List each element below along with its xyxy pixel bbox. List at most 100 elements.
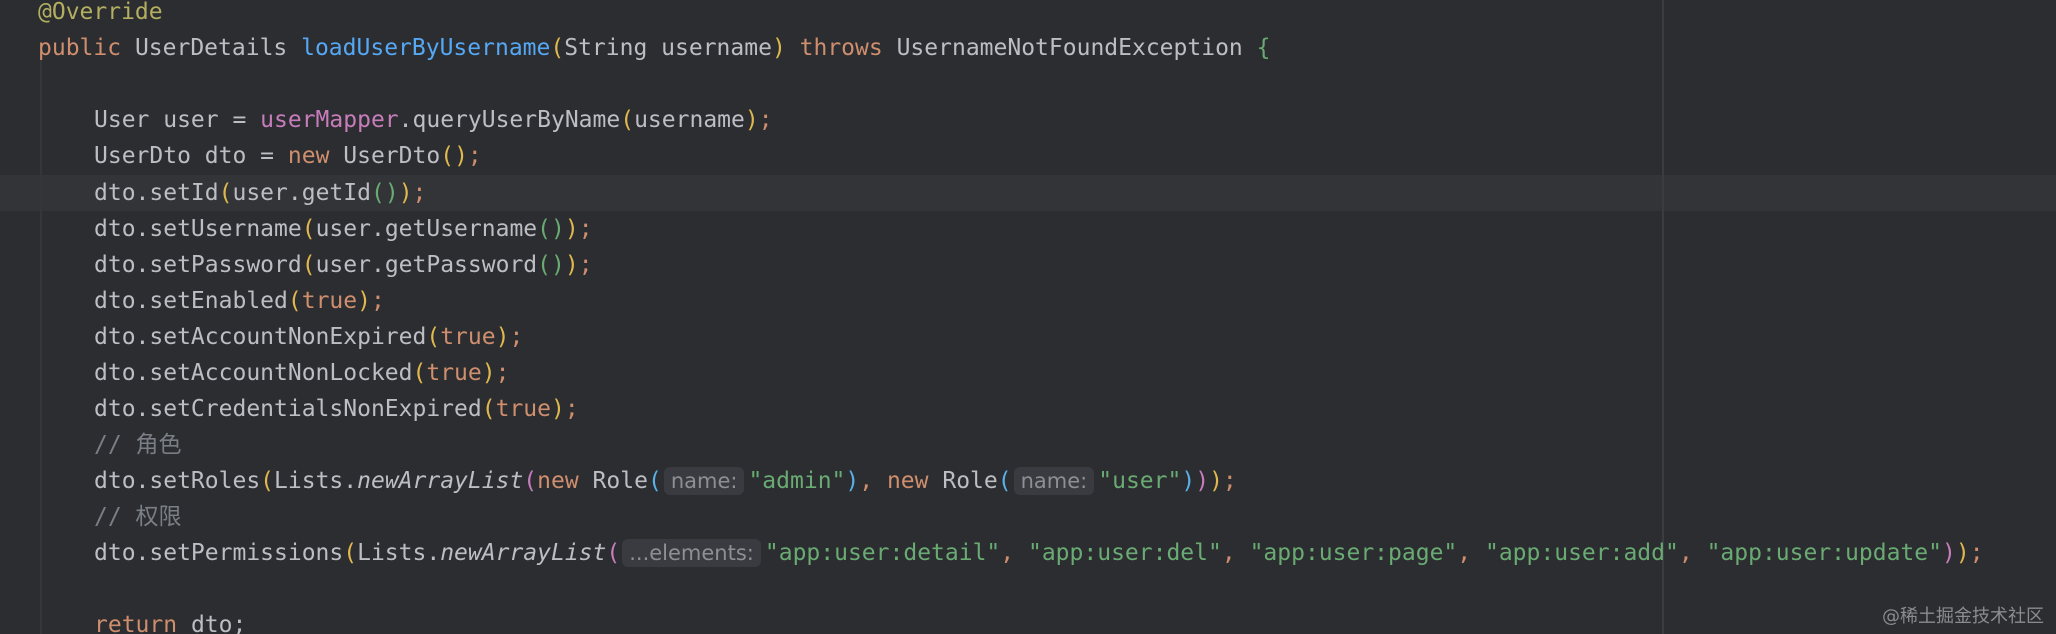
string-literal: "user" xyxy=(1098,468,1182,494)
code-line-return[interactable]: return dto; xyxy=(94,607,246,634)
open-brace: { xyxy=(1256,35,1271,61)
string-literal: "app:user:del" xyxy=(1027,540,1222,566)
code-token: UserDto xyxy=(329,143,441,169)
paren: ) xyxy=(564,216,579,242)
code-line-annotation[interactable]: @Override xyxy=(38,0,163,30)
paren: ( xyxy=(287,288,302,314)
code-line-set-account-non-expired[interactable]: dto.setAccountNonExpired(true); xyxy=(94,319,523,355)
code-token: user.getPassword xyxy=(315,252,538,278)
paren: ( xyxy=(537,216,551,242)
code-line-set-permissions[interactable]: dto.setPermissions(Lists.newArrayList(..… xyxy=(94,535,1984,571)
paren: ( xyxy=(412,360,427,386)
semicolon: ; xyxy=(578,252,593,278)
comma: , xyxy=(1000,540,1028,566)
code-token: Lists. xyxy=(357,540,441,566)
semicolon: ; xyxy=(1222,468,1237,494)
comma: , xyxy=(859,468,887,494)
code-token: dto.setEnabled xyxy=(94,288,288,314)
paren: ( xyxy=(440,143,455,169)
code-line-set-username[interactable]: dto.setUsername(user.getUsername()); xyxy=(94,211,593,247)
throws-keyword: throws xyxy=(785,35,897,61)
watermark: @稀土掘金技术社区 xyxy=(1882,606,2044,627)
code-line-query-user[interactable]: User user = userMapper.queryUserByName(u… xyxy=(94,102,773,138)
new-keyword: new xyxy=(537,468,579,494)
string-literal: "app:user:update" xyxy=(1706,540,1942,566)
code-token: dto.setPassword xyxy=(94,252,302,278)
string-literal: "admin" xyxy=(748,468,846,494)
code-line-comment-permissions[interactable]: // 权限 xyxy=(94,499,182,535)
string-literal: "app:user:page" xyxy=(1249,540,1458,566)
code-token: username xyxy=(634,107,745,133)
code-line-comment-roles[interactable]: // 角色 xyxy=(94,427,182,463)
code-line-new-dto[interactable]: UserDto dto = new UserDto(); xyxy=(94,138,482,174)
paren: ) xyxy=(744,107,759,133)
parameter-hint: name: xyxy=(663,467,745,495)
parameter-hint: ...elements: xyxy=(622,539,761,567)
code-line-set-enabled[interactable]: dto.setEnabled(true); xyxy=(94,283,385,319)
new-keyword: new xyxy=(886,468,929,494)
code-line-set-password[interactable]: dto.setPassword(user.getPassword()); xyxy=(94,247,593,283)
method-name: loadUserByUsername xyxy=(301,35,551,61)
code-token: dto.setPermissions xyxy=(94,540,344,566)
code-token: dto.setCredentialsNonExpired xyxy=(94,396,482,422)
user-mapper-field: userMapper xyxy=(260,107,399,133)
code-line-set-id[interactable]: dto.setId(user.getId()); xyxy=(94,175,426,211)
code-line-method-signature[interactable]: public UserDetails loadUserByUsername(St… xyxy=(38,30,1270,66)
comma: , xyxy=(1457,540,1485,566)
code-token: .queryUserByName xyxy=(398,107,621,133)
paren: ( xyxy=(260,468,275,494)
true-literal: true xyxy=(440,324,496,350)
true-literal: true xyxy=(301,288,358,314)
return-type: UserDetails xyxy=(121,35,302,61)
paren: ( xyxy=(301,216,316,242)
paren: ( xyxy=(523,468,538,494)
code-token: UserDto dto = xyxy=(94,143,288,169)
static-method-call: newArrayList xyxy=(357,468,524,494)
paren: ( xyxy=(606,540,621,566)
static-method-call: newArrayList xyxy=(440,540,607,566)
paren: ) xyxy=(1181,468,1196,494)
string-literal: "app:user:detail" xyxy=(764,540,1001,566)
semicolon: ; xyxy=(370,288,385,314)
public-keyword: public xyxy=(38,35,122,61)
code-token: dto; xyxy=(177,612,247,634)
parameter-hint: name: xyxy=(1013,467,1095,495)
paren: ( xyxy=(481,396,496,422)
paren: ( xyxy=(301,252,316,278)
paren: ) xyxy=(357,288,371,314)
code-line-set-credentials-non-expired[interactable]: dto.setCredentialsNonExpired(true); xyxy=(94,391,579,427)
string-literal: "app:user:add" xyxy=(1484,540,1679,566)
paren: ) xyxy=(551,252,565,278)
true-literal: true xyxy=(495,396,551,422)
semicolon: ; xyxy=(578,216,593,242)
code-token: dto.setAccountNonLocked xyxy=(94,360,413,386)
paren: ( xyxy=(370,180,385,206)
new-keyword: new xyxy=(287,143,330,169)
code-token: user.getId xyxy=(232,180,371,206)
paren: ) xyxy=(550,396,565,422)
paren: ( xyxy=(647,468,662,494)
code-line-set-roles[interactable]: dto.setRoles(Lists.newArrayList(new Role… xyxy=(94,463,1237,499)
code-token: Lists. xyxy=(274,468,358,494)
code-token: dto.setId xyxy=(94,180,219,206)
roles-comment: // 角色 xyxy=(94,432,182,458)
paren: ) xyxy=(384,180,399,206)
comma: , xyxy=(1678,540,1707,566)
code-editor[interactable]: @Override public UserDetails loadUserByU… xyxy=(0,0,2056,634)
paren: ) xyxy=(845,468,860,494)
paren: ) xyxy=(1209,468,1223,494)
semicolon: ; xyxy=(495,360,510,386)
code-token: dto.setUsername xyxy=(94,216,302,242)
paren: ) xyxy=(1955,540,1970,566)
code-token: Role xyxy=(578,468,648,494)
code-token: user.getUsername xyxy=(315,216,538,242)
paren: ) xyxy=(454,143,468,169)
semicolon: ; xyxy=(509,324,524,350)
paren: ( xyxy=(620,107,635,133)
semicolon: ; xyxy=(758,107,773,133)
paren: ( xyxy=(426,324,441,350)
code-line-set-account-non-locked[interactable]: dto.setAccountNonLocked(true); xyxy=(94,355,509,391)
comma: , xyxy=(1221,540,1250,566)
return-keyword: return xyxy=(94,612,178,634)
override-annotation: @Override xyxy=(38,0,163,25)
